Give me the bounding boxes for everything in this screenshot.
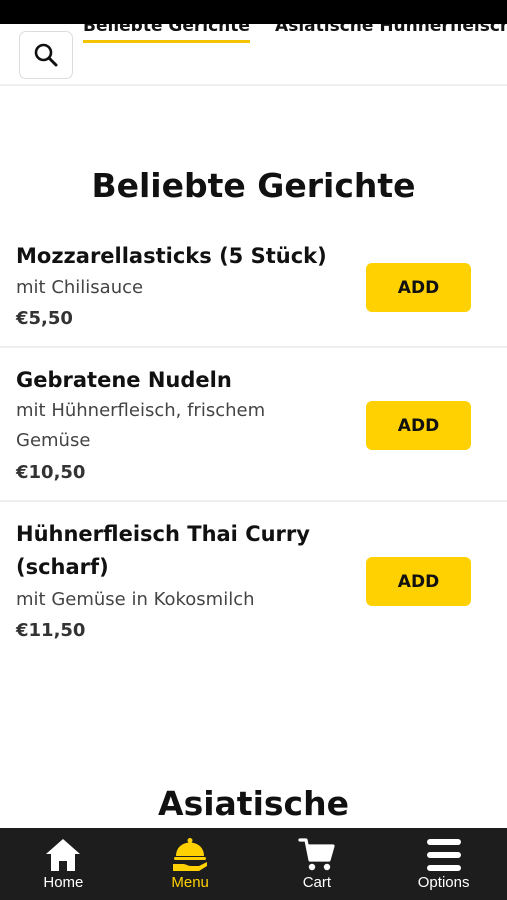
status-bar <box>0 0 507 24</box>
nav-label: Options <box>417 874 470 891</box>
item-name-line: (scharf) <box>16 555 109 579</box>
search-icon <box>34 43 58 67</box>
item-description-line: mit Hühnerfleisch, frischem <box>16 400 266 421</box>
item-description: mit Chilisauce <box>16 277 144 298</box>
search-button[interactable] <box>19 31 73 79</box>
section-title: Asiatische <box>158 784 349 823</box>
tab-beliebte-gerichte[interactable]: Beliebte Gerichte <box>83 24 250 43</box>
item-price: €10,50 <box>16 462 86 483</box>
nav-label: Menu <box>171 874 209 891</box>
item-description-line: Gemüse <box>16 430 91 451</box>
item-name-line: Hühnerfleisch Thai Curry <box>16 522 310 546</box>
cart-icon <box>298 838 335 871</box>
bottom-nav: Home Menu Cart Options <box>0 828 507 900</box>
item-price: €11,50 <box>16 620 86 641</box>
menu-icon <box>426 839 461 871</box>
add-button[interactable]: ADD <box>366 401 471 450</box>
tab-asiatische-huehnerfleisch[interactable]: Asiatische Hühnerfleisch <box>275 24 507 40</box>
nav-menu[interactable]: Menu <box>127 828 254 900</box>
divider <box>0 500 507 502</box>
nav-label: Home <box>43 874 84 891</box>
item-description: mit Gemüse in Kokosmilch <box>16 589 255 610</box>
food-serving-icon <box>173 838 208 871</box>
section-title: Beliebte Gerichte <box>91 166 416 205</box>
nav-label: Cart <box>302 874 332 891</box>
category-tabs: Beliebte Gerichte Asiatische Hühnerfleis… <box>83 24 507 43</box>
nav-options[interactable]: Options <box>380 828 507 900</box>
add-button[interactable]: ADD <box>366 557 471 606</box>
home-icon <box>46 839 81 871</box>
top-bar: Beliebte Gerichte Asiatische Hühnerfleis… <box>0 24 507 86</box>
item-name: Gebratene Nudeln <box>16 368 232 392</box>
divider <box>0 346 507 348</box>
item-name: Mozzarellasticks (5 Stück) <box>16 244 327 268</box>
nav-cart[interactable]: Cart <box>254 828 381 900</box>
nav-home[interactable]: Home <box>0 828 127 900</box>
add-button[interactable]: ADD <box>366 263 471 312</box>
item-price: €5,50 <box>16 308 73 329</box>
